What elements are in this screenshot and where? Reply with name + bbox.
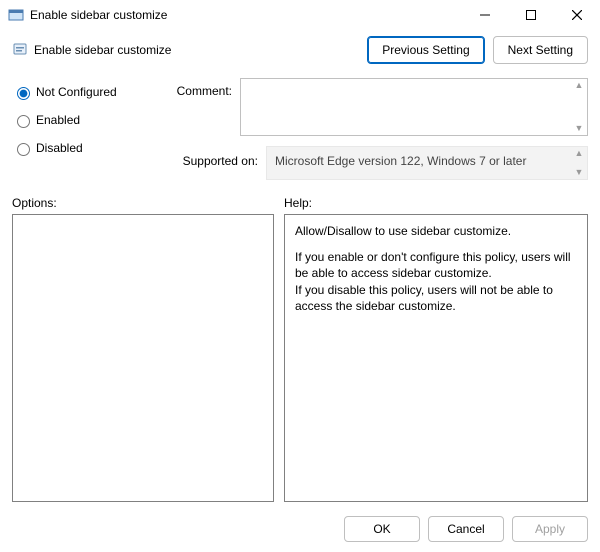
ok-button[interactable]: OK: [344, 516, 420, 542]
maximize-button[interactable]: [508, 0, 554, 30]
close-button[interactable]: [554, 0, 600, 30]
radio-not-configured-label: Not Configured: [36, 85, 117, 99]
radio-not-configured[interactable]: Not Configured: [12, 84, 172, 100]
help-paragraph: Allow/Disallow to use sidebar customize.: [295, 223, 577, 239]
options-pane: [12, 214, 274, 502]
down-arrow-icon: ▼: [573, 124, 585, 133]
radio-disabled[interactable]: Disabled: [12, 140, 172, 156]
comment-label: Comment:: [172, 78, 240, 98]
dialog-footer: OK Cancel Apply: [0, 510, 600, 552]
policy-header: Enable sidebar customize Previous Settin…: [0, 30, 600, 74]
app-icon: [8, 7, 24, 23]
comment-scrollbar[interactable]: ▲ ▼: [573, 81, 585, 133]
state-radios: Not Configured Enabled Disabled: [12, 78, 172, 180]
radio-disabled-label: Disabled: [36, 141, 83, 155]
help-paragraph: If you disable this policy, users will n…: [295, 282, 577, 314]
supported-field: Microsoft Edge version 122, Windows 7 or…: [266, 146, 588, 180]
policy-icon: [12, 42, 28, 58]
radio-enabled-input[interactable]: [17, 115, 30, 128]
options-label: Options:: [12, 196, 284, 210]
previous-setting-button[interactable]: Previous Setting: [367, 36, 484, 64]
comment-field[interactable]: ▲ ▼: [240, 78, 588, 136]
up-arrow-icon: ▲: [573, 81, 585, 90]
radio-not-configured-input[interactable]: [17, 87, 30, 100]
config-area: Not Configured Enabled Disabled Comment:…: [0, 74, 600, 190]
panes: Allow/Disallow to use sidebar customize.…: [0, 214, 600, 510]
window-title: Enable sidebar customize: [30, 8, 167, 22]
up-arrow-icon: ▲: [573, 149, 585, 158]
pane-labels: Options: Help:: [0, 190, 600, 214]
help-paragraph: If you enable or don't configure this po…: [295, 249, 577, 281]
down-arrow-icon: ▼: [573, 168, 585, 177]
next-setting-button[interactable]: Next Setting: [493, 36, 588, 64]
radio-enabled[interactable]: Enabled: [12, 112, 172, 128]
supported-label: Supported on:: [172, 146, 266, 168]
titlebar: Enable sidebar customize: [0, 0, 600, 30]
cancel-button[interactable]: Cancel: [428, 516, 504, 542]
supported-scrollbar: ▲ ▼: [573, 149, 585, 177]
help-pane: Allow/Disallow to use sidebar customize.…: [284, 214, 588, 502]
help-label: Help:: [284, 196, 312, 210]
apply-button[interactable]: Apply: [512, 516, 588, 542]
radio-disabled-input[interactable]: [17, 143, 30, 156]
radio-enabled-label: Enabled: [36, 113, 80, 127]
policy-name: Enable sidebar customize: [34, 43, 171, 57]
minimize-button[interactable]: [462, 0, 508, 30]
supported-value: Microsoft Edge version 122, Windows 7 or…: [275, 154, 526, 168]
